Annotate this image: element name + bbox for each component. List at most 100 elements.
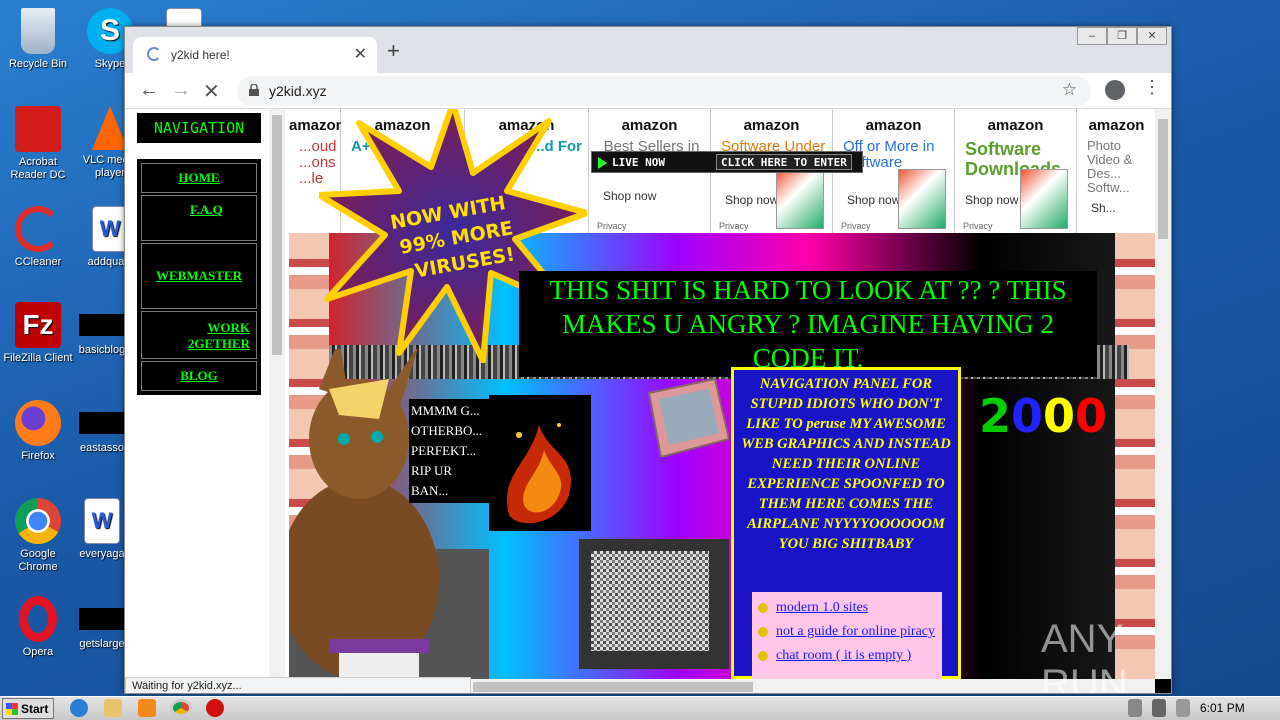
ad-brand: amazon xyxy=(987,117,1044,134)
click-to-enter-button[interactable]: CLICK HERE TO ENTER xyxy=(716,154,852,170)
network-icon[interactable] xyxy=(1152,699,1166,717)
taskbar: Start 6:01 PM xyxy=(0,696,1280,720)
panel-heading: NAVIGATION PANEL FOR STUPID IDIOTS WHO D… xyxy=(741,376,951,552)
explorer-taskbar-icon[interactable] xyxy=(104,699,122,717)
live-now-bar[interactable]: LIVE NOW CLICK HERE TO ENTER xyxy=(591,151,863,173)
ie-taskbar-icon[interactable] xyxy=(70,699,88,717)
media-player-taskbar-icon[interactable] xyxy=(138,699,156,717)
product-box-image xyxy=(898,169,946,229)
nav-link-home[interactable]: HOME xyxy=(141,163,257,193)
desktop-icon-recycle-bin[interactable]: Recycle Bin xyxy=(0,8,76,71)
navigation-frame: NAVIGATION HOME F.A.Q WEBMASTER WORK 2GE… xyxy=(125,109,289,679)
panel-link-label: modern 1.0 sites xyxy=(776,600,869,615)
volume-icon[interactable] xyxy=(1128,699,1142,717)
nav-link-faq[interactable]: F.A.Q xyxy=(141,195,257,241)
desktop-icon-label: Acrobat Reader DC xyxy=(10,156,66,181)
panel-link-modern-sites[interactable]: modern 1.0 sites xyxy=(756,598,938,618)
desktop-icon-label: eastasso xyxy=(79,442,125,454)
desktop-icon-label: CCleaner xyxy=(14,256,62,268)
nav-link-webmaster[interactable]: WEBMASTER xyxy=(141,243,257,309)
ad-privacy[interactable]: Privacy xyxy=(597,221,627,231)
crt-tv-static-image xyxy=(579,539,729,669)
desktop-icon-label: Recycle Bin xyxy=(8,58,68,70)
crt-tv-small-image xyxy=(647,379,729,457)
menu-kebab-icon[interactable]: ⋮ xyxy=(1143,77,1161,98)
navigation-panel: NAVIGATION PANEL FOR STUPID IDIOTS WHO D… xyxy=(731,367,961,679)
page-viewport: NAVIGATION HOME F.A.Q WEBMASTER WORK 2GE… xyxy=(125,109,1171,693)
mmmm-text-block: MMMM G... OTHERBO... PERFEKT... RIP UR B… xyxy=(409,399,489,503)
lock-icon xyxy=(249,84,259,96)
browser-toolbar: ← → ✕ y2kid.xyz ☆ ⋮ xyxy=(125,73,1171,109)
bullet-icon xyxy=(758,627,768,637)
loading-status-bar: Waiting for y2kid.xyz... xyxy=(125,677,471,693)
browser-tab[interactable]: y2kid here! ✕ xyxy=(133,37,377,73)
ad-privacy[interactable]: Privacy xyxy=(841,221,871,231)
ad-privacy[interactable]: Privacy xyxy=(963,221,993,231)
address-bar[interactable]: y2kid.xyz ☆ xyxy=(237,76,1091,106)
recycle-bin-icon xyxy=(21,8,55,54)
panel-link-label: chat room ( it is empty ) xyxy=(776,648,912,663)
product-box-image xyxy=(776,169,824,229)
bullet-icon xyxy=(758,603,768,613)
start-label: Start xyxy=(21,702,49,716)
ad-brand: amazon xyxy=(865,117,922,134)
page-vertical-scrollbar[interactable] xyxy=(1155,109,1171,679)
tab-title: y2kid here! xyxy=(171,48,230,62)
taskbar-clock[interactable]: 6:01 PM xyxy=(1200,701,1245,715)
panel-link-chat-room[interactable]: chat room ( it is empty ) xyxy=(756,646,938,666)
desktop-icon-ccleaner[interactable]: CCleaner xyxy=(0,206,76,269)
main-frame: amazon ...oud ...ons ...le amazon A+ ama… xyxy=(289,109,1155,679)
ad-brand: amazon xyxy=(743,117,800,134)
back-button[interactable]: ← xyxy=(139,79,159,102)
panel-link-not-a-guide[interactable]: not a guide for online piracy xyxy=(756,622,938,642)
vlc-icon xyxy=(92,106,128,150)
new-tab-button[interactable]: + xyxy=(387,38,400,64)
ad-brand: amazon xyxy=(1088,117,1145,134)
action-center-flag-icon[interactable] xyxy=(1176,699,1190,717)
bookmark-star-icon[interactable]: ☆ xyxy=(1062,80,1077,100)
ad-text: Photo Video & Des... Softw... xyxy=(1087,138,1133,195)
ad-privacy[interactable]: Privacy xyxy=(719,221,749,231)
ad-shop-link[interactable]: Shop now xyxy=(725,193,778,207)
security-taskbar-icon[interactable] xyxy=(206,699,224,717)
desktop-icon-label: Skype xyxy=(94,58,126,70)
nav-link-work-together[interactable]: WORK 2GETHER xyxy=(141,311,257,359)
desktop-icon-label: Google Chrome xyxy=(18,548,58,573)
minimize-button[interactable]: – xyxy=(1077,27,1107,45)
profile-avatar-icon[interactable] xyxy=(1105,80,1125,100)
nav-link-blog[interactable]: BLOG xyxy=(141,361,257,391)
desktop-icon-acrobat[interactable]: Acrobat Reader DC xyxy=(0,106,76,182)
fire-graphic xyxy=(489,395,591,531)
url-text: y2kid.xyz xyxy=(269,83,327,99)
forward-button[interactable]: → xyxy=(171,79,191,102)
scrollbar-thumb[interactable] xyxy=(272,115,282,355)
ad-shop-link[interactable]: Shop now xyxy=(603,189,656,203)
scrollbar-thumb[interactable] xyxy=(473,682,753,692)
filezilla-icon: Fz xyxy=(15,302,61,348)
scrollbar-thumb[interactable] xyxy=(1158,119,1168,239)
stop-loading-button[interactable]: ✕ xyxy=(203,79,220,104)
nav-frame-scrollbar[interactable] xyxy=(269,109,285,679)
windows-flag-icon xyxy=(6,703,18,715)
product-box-image xyxy=(1020,169,1068,229)
opera-icon xyxy=(19,596,57,642)
panel-link-label: not a guide for online piracy xyxy=(776,624,936,639)
ad-shop-link[interactable]: Shop now xyxy=(965,193,1018,207)
browser-titlebar: y2kid here! ✕ + – ❐ ✕ xyxy=(125,27,1171,73)
close-window-button[interactable]: ✕ xyxy=(1137,27,1167,45)
start-button[interactable]: Start xyxy=(2,698,54,719)
ccleaner-icon xyxy=(15,206,61,252)
panel-link-list: modern 1.0 sites not a guide for online … xyxy=(752,592,942,679)
ad-shop-link[interactable]: Sh... xyxy=(1091,201,1116,215)
ad-banner[interactable]: amazon Photo Video & Des... Softw... Sh.… xyxy=(1077,109,1155,233)
restore-button[interactable]: ❐ xyxy=(1107,27,1137,45)
redacted-file-icon xyxy=(79,608,125,630)
ad-banner[interactable]: amazon Software Downloads Shop now Priva… xyxy=(955,109,1077,233)
y2k-graphic-text: 2000 xyxy=(979,389,1108,443)
close-tab-icon[interactable]: ✕ xyxy=(354,44,367,64)
ad-shop-link[interactable]: Shop now xyxy=(847,193,900,207)
chrome-taskbar-icon[interactable] xyxy=(170,699,192,717)
word-doc-icon: W xyxy=(92,206,128,252)
redacted-file-icon xyxy=(79,314,125,336)
chrome-icon xyxy=(15,498,61,544)
